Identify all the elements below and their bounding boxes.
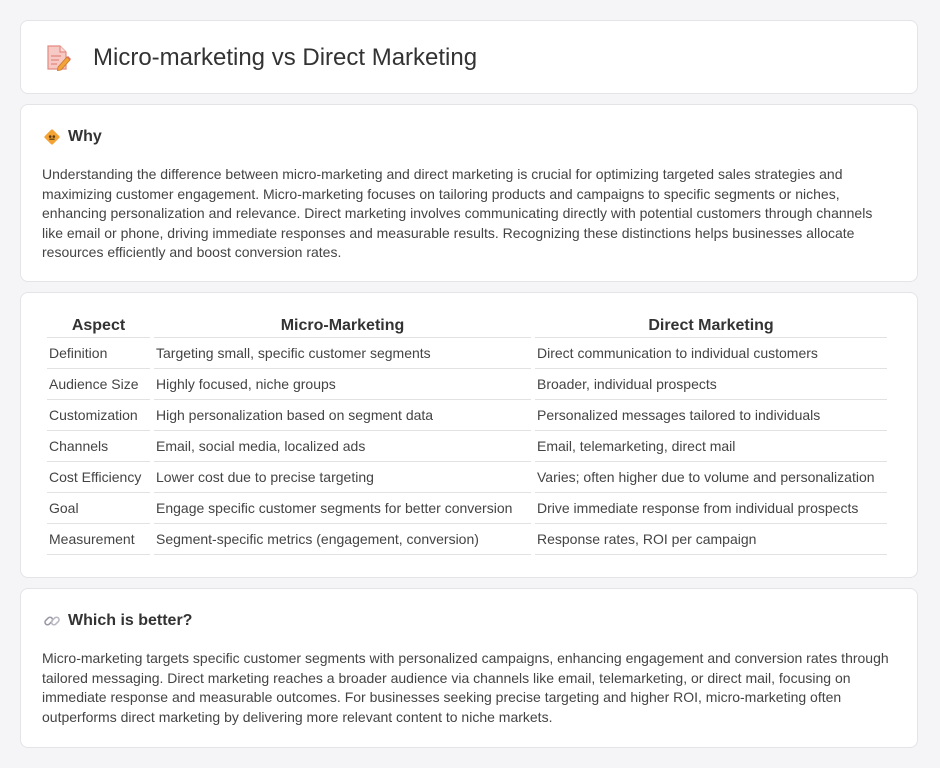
which-is-better-section: Which is better? Micro-marketing targets… (20, 588, 918, 748)
why-text: Understanding the difference between mic… (42, 166, 873, 260)
column-header-direct-marketing: Direct Marketing (535, 315, 887, 338)
aspect-cell: Channels (47, 431, 150, 462)
direct-marketing-cell: Personalized messages tailored to indivi… (535, 400, 887, 431)
micro-marketing-cell: Engage specific customer segments for be… (154, 493, 531, 524)
micro-marketing-cell: Lower cost due to precise targeting (154, 462, 531, 493)
direct-marketing-cell: Varies; often higher due to volume and p… (535, 462, 887, 493)
why-heading: Why (43, 127, 102, 147)
table-header-row: Aspect Micro-Marketing Direct Marketing (47, 315, 887, 338)
table-row: Definition Targeting small, specific cus… (47, 338, 887, 369)
why-title: Why (68, 128, 102, 145)
page-title: Micro-marketing vs Direct Marketing (93, 44, 478, 71)
direct-marketing-cell: Direct communication to individual custo… (535, 338, 887, 369)
aspect-cell: Audience Size (47, 369, 150, 400)
which-is-better-title: Which is better? (68, 612, 193, 629)
micro-marketing-cell: Targeting small, specific customer segme… (154, 338, 531, 369)
aspect-cell: Customization (47, 400, 150, 431)
header-card: Micro-marketing vs Direct Marketing (20, 20, 918, 94)
document-pencil-icon (45, 43, 71, 73)
comparison-table: Aspect Micro-Marketing Direct Marketing … (43, 315, 891, 555)
micro-marketing-cell: Segment-specific metrics (engagement, co… (154, 524, 531, 555)
micro-marketing-cell: High personalization based on segment da… (154, 400, 531, 431)
table-row: Cost Efficiency Lower cost due to precis… (47, 462, 887, 493)
direct-marketing-cell: Response rates, ROI per campaign (535, 524, 887, 555)
which-is-better-text: Micro-marketing targets specific custome… (42, 650, 889, 725)
table-row: Goal Engage specific customer segments f… (47, 493, 887, 524)
aspect-cell: Cost Efficiency (47, 462, 150, 493)
why-section: Why Understanding the difference between… (20, 104, 918, 282)
table-row: Channels Email, social media, localized … (47, 431, 887, 462)
micro-marketing-cell: Email, social media, localized ads (154, 431, 531, 462)
direct-marketing-cell: Broader, individual prospects (535, 369, 887, 400)
diamond-icon (43, 128, 61, 146)
aspect-cell: Measurement (47, 524, 150, 555)
direct-marketing-cell: Email, telemarketing, direct mail (535, 431, 887, 462)
aspect-cell: Definition (47, 338, 150, 369)
direct-marketing-cell: Drive immediate response from individual… (535, 493, 887, 524)
column-header-micro-marketing: Micro-Marketing (154, 315, 531, 338)
header-row: Micro-marketing vs Direct Marketing (45, 43, 477, 73)
comparison-section: Aspect Micro-Marketing Direct Marketing … (20, 292, 918, 578)
column-header-aspect: Aspect (47, 315, 150, 338)
table-row: Measurement Segment-specific metrics (en… (47, 524, 887, 555)
table-row: Audience Size Highly focused, niche grou… (47, 369, 887, 400)
micro-marketing-cell: Highly focused, niche groups (154, 369, 531, 400)
which-is-better-heading: Which is better? (43, 611, 192, 631)
link-icon (43, 612, 61, 630)
aspect-cell: Goal (47, 493, 150, 524)
table-row: Customization High personalization based… (47, 400, 887, 431)
